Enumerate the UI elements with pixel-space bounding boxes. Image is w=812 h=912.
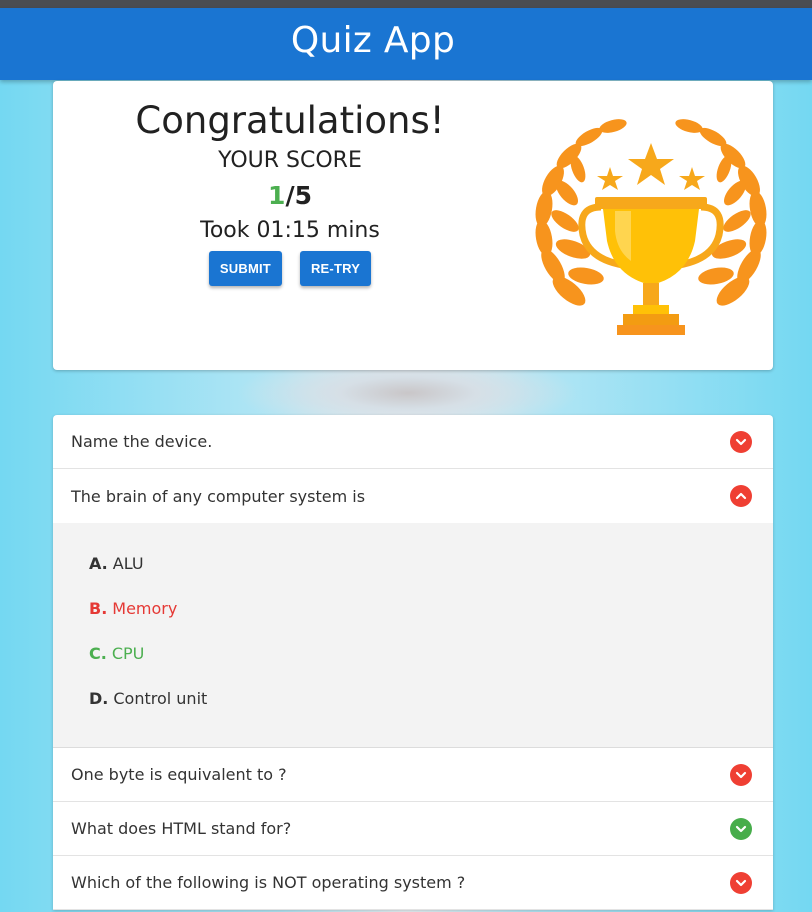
answer-text: Memory <box>112 599 178 618</box>
answer-option-b: B. Memory <box>89 597 773 642</box>
question-row[interactable]: Which of the following is NOT operating … <box>53 856 773 910</box>
question-text: What does HTML stand for? <box>71 819 292 838</box>
result-actions: SUBMIT RE-TRY <box>53 251 527 286</box>
chevron-down-icon[interactable] <box>730 764 752 786</box>
answer-option-a: A. ALU <box>89 552 773 597</box>
submit-button[interactable]: SUBMIT <box>208 251 282 286</box>
chevron-down-icon[interactable] <box>730 872 752 894</box>
answer-letter: A. <box>89 554 108 573</box>
congratulations-heading: Congratulations! <box>135 99 445 142</box>
retry-button[interactable]: RE-TRY <box>299 251 372 286</box>
window-top-border <box>0 0 812 8</box>
question-row[interactable]: One byte is equivalent to ? <box>53 748 773 802</box>
answer-options: A. ALU B. Memory C. CPU D. Control unit <box>53 523 773 748</box>
score-value: 1/5 <box>53 181 527 210</box>
answer-letter: B. <box>89 599 108 618</box>
question-text: Name the device. <box>71 432 213 451</box>
trophy-icon <box>535 119 767 335</box>
app-bar: Quiz App <box>0 8 812 80</box>
answer-option-c: C. CPU <box>89 642 773 687</box>
question-row[interactable]: Name the device. <box>53 415 773 469</box>
check-icon[interactable] <box>730 818 752 840</box>
time-taken: Took 01:15 mins <box>200 218 380 243</box>
score-card: Congratulations! YOUR SCORE 1/5 Took 01:… <box>53 81 773 370</box>
app-title: Quiz App <box>290 20 456 61</box>
question-review-list: Name the device. The brain of any comput… <box>53 415 773 910</box>
question-row-expanded[interactable]: The brain of any computer system is <box>53 469 773 523</box>
answer-letter: C. <box>89 644 107 663</box>
chevron-down-icon[interactable] <box>730 431 752 453</box>
score-correct-count: 1 <box>268 181 286 210</box>
answer-option-d: D. Control unit <box>89 687 773 732</box>
your-score-label: YOUR SCORE <box>218 148 362 173</box>
score-summary: Congratulations! YOUR SCORE 1/5 Took 01:… <box>53 81 527 286</box>
question-text: One byte is equivalent to ? <box>71 765 287 784</box>
answer-letter: D. <box>89 689 109 708</box>
chevron-up-icon[interactable] <box>730 485 752 507</box>
answer-text: CPU <box>111 644 145 663</box>
question-text: Which of the following is NOT operating … <box>71 873 466 892</box>
question-row[interactable]: What does HTML stand for? <box>53 802 773 856</box>
answer-text: Control unit <box>113 689 208 708</box>
question-text: The brain of any computer system is <box>71 486 366 506</box>
answer-text: ALU <box>112 554 144 573</box>
score-total: /5 <box>285 181 312 210</box>
